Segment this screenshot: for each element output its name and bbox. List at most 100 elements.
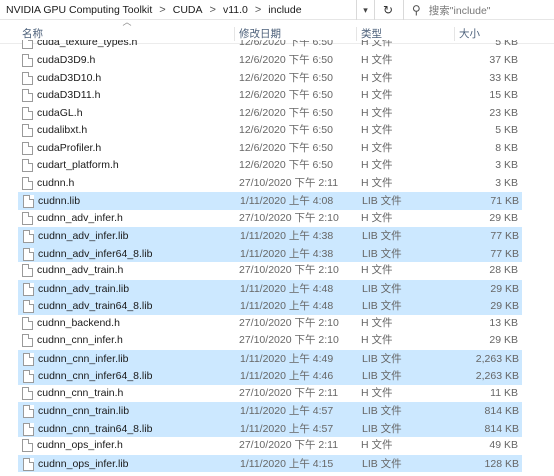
file-row[interactable]: cudnn_ops_infer.lib 1/11/2020 上午 4:15 LIB … [18,454,522,472]
file-type: H 文件 [361,316,393,329]
file-row[interactable]: cudnn_cnn_train64_8.lib 1/11/2020 上午 4:57… [18,419,522,437]
file-type: LIB 文件 [362,195,402,207]
file-row[interactable]: cudnn_cnn_train.h 27/10/2020 下午 2:11 H 文件 1… [18,385,522,403]
file-row[interactable]: cudaD3D10.h 12/6/2020 下午 6:50 H 文件 33 KB [18,70,522,88]
file-row[interactable]: cudnn_adv_infer.h 27/10/2020 下午 2:10 H 文件 2… [18,210,522,228]
file-icon [23,230,34,243]
file-size: 15 KB [489,89,518,101]
file-modified-date: 12/6/2020 下午 6:50 [239,54,333,66]
file-modified-date: 1/11/2020 上午 4:38 [240,247,334,260]
file-type: LIB 文件 [362,422,402,435]
file-row[interactable]: cudnn_adv_train.h 27/10/2020 下午 2:10 H 文件 2… [18,262,522,280]
file-name: cudnn.h [37,176,75,189]
search-input[interactable]: 搜索"include" [429,3,491,18]
file-modified-date: 12/6/2020 下午 6:50 [239,89,333,101]
chevron-right-icon[interactable]: > [255,4,261,16]
file-size: 37 KB [489,54,518,66]
file-name: cudnn_adv_train.h [37,264,124,276]
file-type: H 文件 [361,71,393,84]
file-size: 13 KB [489,316,518,329]
file-row[interactable]: cudaD3D9.h 12/6/2020 下午 6:50 H 文件 37 KB [18,52,522,70]
refresh-icon: ↻ [382,3,394,17]
file-modified-date: 1/11/2020 上午 4:57 [240,422,334,435]
file-size: 814 KB [484,405,519,417]
file-type: LIB 文件 [362,405,402,417]
file-size: 5 KB [495,40,518,48]
file-row[interactable]: cudaGL.h 12/6/2020 下午 6:50 H 文件 23 KB [18,105,522,123]
file-type: H 文件 [361,40,393,48]
file-modified-date: 1/11/2020 上午 4:46 [240,370,334,382]
breadcrumb-item-include[interactable]: include [268,4,301,16]
file-icon [22,176,33,190]
refresh-button[interactable]: ↻ [375,0,401,20]
breadcrumb-item-toolkit[interactable]: NVIDIA GPU Computing Toolkit [6,4,152,16]
sort-ascending-icon: ︿ [122,17,132,27]
file-list: cuda_texture_types.h 12/6/2020 下午 6:50 H 文… [0,40,554,476]
file-modified-date: 1/11/2020 上午 4:15 [240,457,334,470]
file-icon [22,334,33,347]
file-size: 49 KB [489,439,518,451]
file-modified-date: 1/11/2020 上午 4:48 [240,300,334,312]
search-box[interactable]: ⚲ 搜索"include" [403,0,554,20]
address-history-dropdown[interactable]: ▾ [357,0,375,20]
file-row[interactable]: cuda_texture_types.h 12/6/2020 下午 6:50 H 文… [18,40,522,52]
file-row[interactable]: cudnn_cnn_infer64_8.lib 1/11/2020 上午 4:46… [18,367,522,385]
file-name: cudnn.lib [38,195,81,207]
file-row[interactable]: cudnn_adv_train64_8.lib 1/11/2020 上午 4:48… [18,297,522,315]
file-type: H 文件 [361,439,393,451]
file-row[interactable]: cudnn_adv_infer.lib 1/11/2020 上午 4:38 LIB … [18,227,522,245]
file-name: cudnn_adv_infer64_8.lib [38,247,153,260]
scrollbar[interactable] [546,44,554,476]
file-type: LIB 文件 [362,282,402,295]
file-size: 814 KB [484,422,519,435]
file-modified-date: 27/10/2020 下午 2:11 [239,176,339,189]
file-row[interactable]: cudnn_adv_train.lib 1/11/2020 上午 4:48 LIB … [18,279,522,297]
chevron-right-icon[interactable]: > [210,4,216,16]
file-type: H 文件 [361,264,393,276]
file-name: cudnn_cnn_train.lib [38,405,130,417]
breadcrumb-item-cuda[interactable]: CUDA [173,4,203,16]
file-modified-date: 1/11/2020 上午 4:49 [240,352,334,365]
chevron-right-icon[interactable]: > [159,4,165,16]
file-name: cudnn_adv_infer.lib [38,230,129,242]
file-modified-date: 1/11/2020 上午 4:57 [240,405,334,417]
file-icon [22,316,33,330]
file-type: H 文件 [361,106,393,119]
file-modified-date: 27/10/2020 下午 2:10 [239,211,339,224]
file-row[interactable]: cudnn.h 27/10/2020 下午 2:11 H 文件 3 KB [18,175,522,193]
file-size: 5 KB [495,124,518,136]
file-row[interactable]: cudaProfiler.h 12/6/2020 下午 6:50 H 文件 8 KB [18,140,522,158]
file-row[interactable]: cudnn_adv_infer64_8.lib 1/11/2020 上午 4:38… [18,244,522,262]
file-icon [22,211,33,225]
file-name: cudnn_cnn_train.h [37,386,124,399]
file-name: cudnn_cnn_infer64_8.lib [38,370,153,382]
file-icon [23,352,34,366]
file-row[interactable]: cudnn_ops_infer.h 27/10/2020 下午 2:11 H 文件 4… [18,437,522,455]
file-type: H 文件 [361,334,393,346]
file-size: 29 KB [490,300,519,312]
file-type: H 文件 [361,386,393,399]
file-icon [22,71,33,85]
file-icon [22,89,33,102]
file-icon [22,439,33,452]
file-icon [23,300,34,313]
file-row[interactable]: cudaD3D11.h 12/6/2020 下午 6:50 H 文件 15 KB [18,87,522,105]
file-name: cuda_texture_types.h [37,40,138,48]
file-row[interactable]: cudnn_cnn_infer.h 27/10/2020 下午 2:10 H 文件 2… [18,332,522,350]
file-modified-date: 12/6/2020 下午 6:50 [239,124,333,136]
file-row[interactable]: cudart_platform.h 12/6/2020 下午 6:50 H 文件 3 … [18,157,522,175]
file-modified-date: 27/10/2020 下午 2:11 [239,386,339,399]
file-icon [23,405,34,418]
file-type: LIB 文件 [362,457,402,470]
file-row[interactable]: cudnn_cnn_train.lib 1/11/2020 上午 4:57 LIB … [18,402,522,420]
file-size: 11 KB [490,386,518,399]
file-row[interactable]: cudnn_backend.h 27/10/2020 下午 2:10 H 文件 13 … [18,315,522,333]
file-size: 23 KB [489,106,518,119]
file-modified-date: 1/11/2020 上午 4:48 [240,282,334,295]
breadcrumb-item-version[interactable]: v11.0 [223,4,248,16]
file-row[interactable]: cudalibxt.h 12/6/2020 下午 6:50 H 文件 5 KB [18,122,522,140]
breadcrumb[interactable]: NVIDIA GPU Computing Toolkit > CUDA > v1… [0,0,357,20]
file-row[interactable]: cudnn_cnn_infer.lib 1/11/2020 上午 4:49 LIB … [18,349,522,367]
file-row[interactable]: cudnn.lib 1/11/2020 上午 4:08 LIB 文件 71 KB [18,192,522,210]
file-modified-date: 12/6/2020 下午 6:50 [239,141,333,154]
